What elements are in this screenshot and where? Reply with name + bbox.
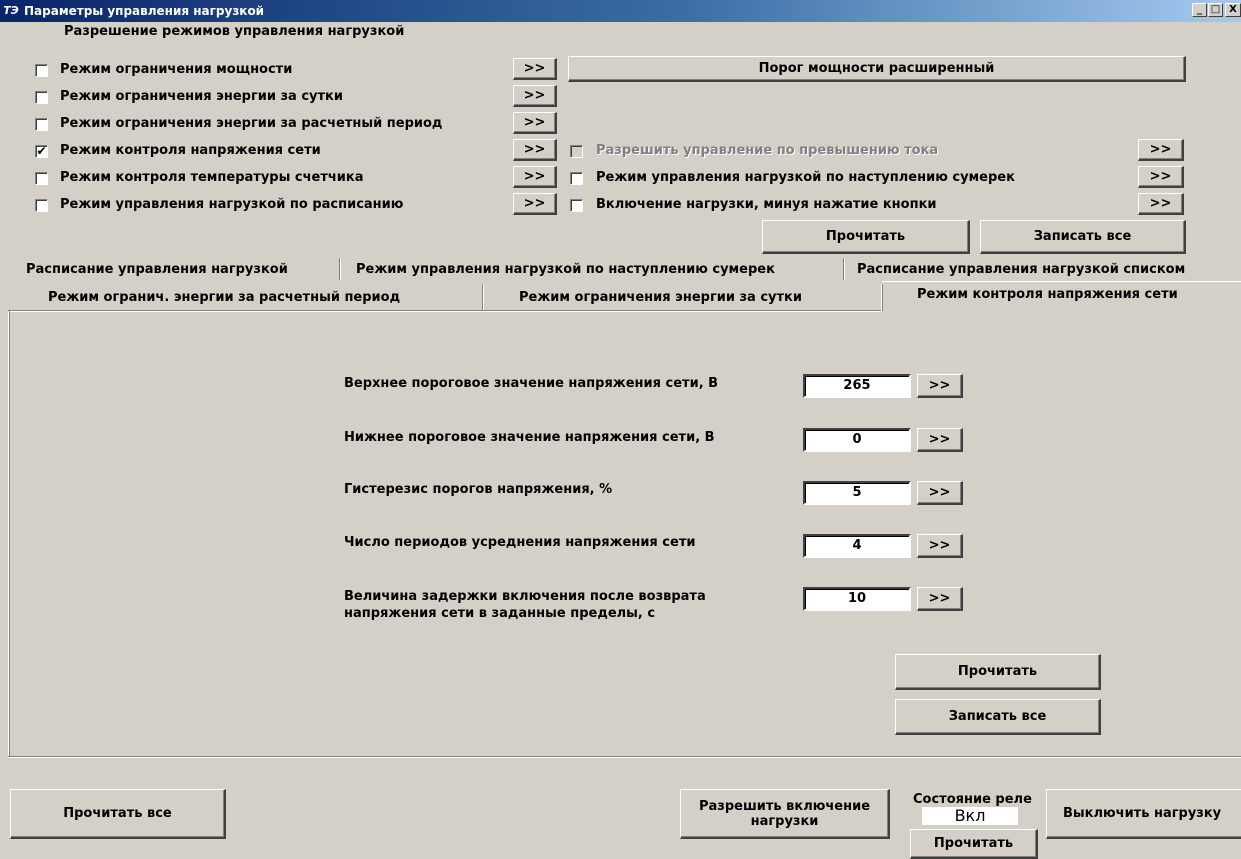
switch-on-delay-input[interactable]: 10 bbox=[803, 587, 911, 611]
disconnect-load-button[interactable]: Выключить нагрузку bbox=[1046, 789, 1241, 839]
twilight-mode-arrow-button[interactable]: >> bbox=[1138, 166, 1184, 188]
mode-checkbox-daily-energy[interactable] bbox=[35, 91, 48, 104]
mode-arrow-button-schedule[interactable]: >> bbox=[513, 193, 557, 215]
mode-arrow-button-period-energy[interactable]: >> bbox=[513, 112, 557, 134]
lower-threshold-input[interactable]: 0 bbox=[803, 428, 911, 452]
current-excess-arrow-button[interactable]: >> bbox=[1138, 139, 1184, 161]
mode-label-power-limit: Режим ограничения мощности bbox=[60, 62, 293, 77]
top-read-button[interactable]: Прочитать bbox=[762, 220, 970, 254]
tab-separator bbox=[482, 284, 484, 310]
averaging-periods-input[interactable]: 4 bbox=[803, 534, 911, 558]
mode-checkbox-voltage-control[interactable]: ✔ bbox=[35, 145, 48, 158]
relay-state-value: Вкл bbox=[922, 807, 1018, 825]
mode-arrow-button-voltage-control[interactable]: >> bbox=[513, 139, 557, 161]
mode-checkbox-power-limit[interactable] bbox=[35, 64, 48, 77]
hysteresis-label: Гистерезис порогов напряжения, % bbox=[344, 482, 613, 497]
close-button[interactable]: X bbox=[1225, 3, 1241, 17]
mode-checkbox-schedule[interactable] bbox=[35, 199, 48, 212]
averaging-periods-arrow-button[interactable]: >> bbox=[917, 534, 963, 558]
tab-separator bbox=[339, 258, 341, 280]
maximize-button[interactable]: □ bbox=[1208, 3, 1223, 17]
tab-daily-energy[interactable]: Режим ограничения энергии за сутки bbox=[519, 290, 802, 305]
app-icon: ТЭ bbox=[2, 3, 20, 18]
tab-voltage-control-active[interactable]: Режим контроля напряжения сети bbox=[917, 287, 1178, 302]
tab-schedule-list[interactable]: Расписание управления нагрузкой списком bbox=[857, 262, 1185, 277]
mode-label-daily-energy: Режим ограничения энергии за сутки bbox=[60, 89, 343, 104]
power-threshold-extended-button[interactable]: Порог мощности расширенный bbox=[568, 56, 1186, 82]
active-tab-left-edge bbox=[881, 284, 883, 311]
twilight-mode-checkbox[interactable] bbox=[570, 172, 583, 185]
bypass-button-arrow-button[interactable]: >> bbox=[1138, 193, 1184, 215]
minimize-button[interactable]: _ bbox=[1192, 3, 1207, 17]
allow-load-switch-on-button[interactable]: Разрешить включение нагрузки bbox=[680, 789, 890, 839]
relay-state-label: Состояние реле bbox=[913, 792, 1032, 807]
window-title: Параметры управления нагрузкой bbox=[24, 4, 265, 18]
panel-read-button[interactable]: Прочитать bbox=[895, 654, 1101, 690]
current-excess-checkbox bbox=[570, 145, 583, 158]
mode-arrow-button-power-limit[interactable]: >> bbox=[513, 58, 557, 80]
bypass-button-checkbox[interactable] bbox=[570, 199, 583, 212]
hysteresis-input[interactable]: 5 bbox=[803, 481, 911, 505]
upper-threshold-label: Верхнее пороговое значение напряжения се… bbox=[344, 376, 719, 391]
mode-arrow-button-temperature[interactable]: >> bbox=[513, 166, 557, 188]
twilight-mode-label: Режим управления нагрузкой по наступлени… bbox=[596, 170, 1015, 185]
modes-heading: Разрешение режимов управления нагрузкой bbox=[64, 24, 405, 39]
current-excess-label: Разрешить управление по превышению тока bbox=[596, 143, 939, 158]
tab-panel-left-border bbox=[8, 311, 10, 757]
tab-panel-top-border bbox=[8, 310, 882, 312]
switch-on-delay-arrow-button[interactable]: >> bbox=[917, 587, 963, 611]
bypass-button-label: Включение нагрузки, минуя нажатие кнопки bbox=[596, 197, 937, 212]
mode-label-period-energy: Режим ограничения энергии за расчетный п… bbox=[60, 116, 443, 131]
mode-label-schedule: Режим управления нагрузкой по расписанию bbox=[60, 197, 404, 212]
switch-on-delay-label: Величина задержки включения после возвра… bbox=[344, 589, 706, 621]
upper-threshold-arrow-button[interactable]: >> bbox=[917, 374, 963, 398]
averaging-periods-label: Число периодов усреднения напряжения сет… bbox=[344, 535, 696, 550]
mode-checkbox-temperature[interactable] bbox=[35, 172, 48, 185]
mode-label-temperature: Режим контроля температуры счетчика bbox=[60, 170, 364, 185]
hysteresis-arrow-button[interactable]: >> bbox=[917, 481, 963, 505]
top-write-all-button[interactable]: Записать все bbox=[980, 220, 1186, 254]
relay-read-button[interactable]: Прочитать bbox=[910, 829, 1038, 859]
mode-checkbox-period-energy[interactable] bbox=[35, 118, 48, 131]
tab-panel-bottom-border bbox=[8, 756, 1241, 758]
title-bar[interactable]: ТЭ Параметры управления нагрузкой _ □ X bbox=[0, 0, 1241, 22]
lower-threshold-label: Нижнее пороговое значение напряжения сет… bbox=[344, 430, 715, 445]
panel-write-all-button[interactable]: Записать все bbox=[895, 699, 1101, 735]
tab-schedule[interactable]: Расписание управления нагрузкой bbox=[26, 262, 288, 277]
tab-twilight[interactable]: Режим управления нагрузкой по наступлени… bbox=[356, 262, 775, 277]
read-all-button[interactable]: Прочитать все bbox=[10, 789, 226, 839]
lower-threshold-arrow-button[interactable]: >> bbox=[917, 428, 963, 452]
load-control-window: { "window": { "title": "Параметры управл… bbox=[0, 0, 1241, 859]
mode-arrow-button-daily-energy[interactable]: >> bbox=[513, 85, 557, 107]
tab-period-energy[interactable]: Режим огранич. энергии за расчетный пери… bbox=[48, 290, 400, 305]
active-tab-top-edge bbox=[882, 281, 1241, 282]
tab-separator bbox=[843, 258, 845, 280]
mode-label-voltage-control: Режим контроля напряжения сети bbox=[60, 143, 321, 158]
upper-threshold-input[interactable]: 265 bbox=[803, 374, 911, 398]
